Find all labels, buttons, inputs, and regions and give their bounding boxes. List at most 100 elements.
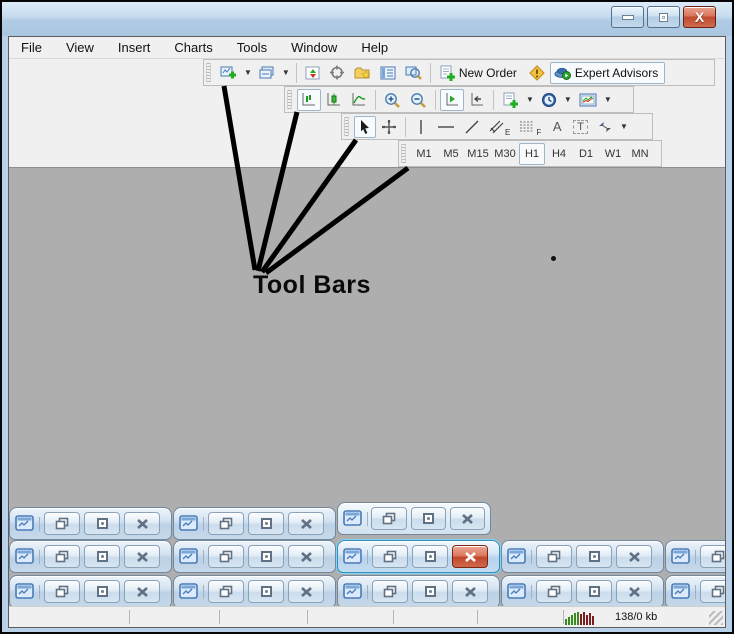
restore-button[interactable] bbox=[208, 545, 244, 568]
trendline-button[interactable] bbox=[460, 116, 484, 138]
timeframe-d1-button[interactable]: D1 bbox=[573, 143, 599, 165]
close-button[interactable] bbox=[124, 580, 160, 603]
maximize-button[interactable] bbox=[412, 545, 448, 568]
minimized-chart-window[interactable] bbox=[173, 507, 336, 540]
alert-button[interactable] bbox=[525, 62, 549, 84]
restore-button[interactable] bbox=[372, 545, 408, 568]
menu-charts[interactable]: Charts bbox=[174, 40, 212, 55]
timeframe-m30-button[interactable]: M30 bbox=[492, 143, 518, 165]
new-chart-window-button[interactable] bbox=[498, 89, 523, 111]
restore-button[interactable] bbox=[371, 507, 406, 530]
toolbar-grip[interactable] bbox=[206, 63, 211, 82]
chevron-down-icon[interactable]: ▼ bbox=[242, 68, 254, 77]
equidistant-channel-button[interactable]: E bbox=[485, 116, 514, 138]
close-button[interactable] bbox=[450, 507, 485, 530]
restore-button[interactable] bbox=[536, 580, 572, 603]
auto-scroll-button[interactable] bbox=[440, 89, 464, 111]
minimized-chart-window[interactable] bbox=[501, 540, 664, 573]
periods-button[interactable] bbox=[537, 89, 561, 111]
maximize-button[interactable] bbox=[576, 545, 612, 568]
close-button[interactable]: X bbox=[683, 6, 716, 28]
close-button[interactable] bbox=[288, 512, 324, 535]
profiles-button[interactable] bbox=[255, 62, 279, 84]
close-button[interactable] bbox=[124, 512, 160, 535]
minimized-chart-window[interactable] bbox=[337, 575, 500, 606]
crosshair-button[interactable] bbox=[377, 116, 401, 138]
new-chart-button[interactable] bbox=[216, 62, 241, 84]
close-button[interactable] bbox=[288, 580, 324, 603]
zoom-in-button[interactable] bbox=[380, 89, 405, 111]
chevron-down-icon[interactable]: ▼ bbox=[602, 95, 614, 104]
timeframe-w1-button[interactable]: W1 bbox=[600, 143, 626, 165]
close-button[interactable] bbox=[288, 545, 324, 568]
new-order-button[interactable]: New Order bbox=[435, 62, 524, 84]
timeframe-m1-button[interactable]: M1 bbox=[411, 143, 437, 165]
restore-button[interactable] bbox=[700, 580, 725, 603]
maximize-button[interactable] bbox=[248, 580, 284, 603]
vertical-line-button[interactable] bbox=[410, 116, 432, 138]
chevron-down-icon[interactable]: ▼ bbox=[280, 68, 292, 77]
minimized-chart-window[interactable] bbox=[9, 540, 172, 573]
minimized-chart-window[interactable] bbox=[501, 575, 664, 606]
expert-advisors-button[interactable]: Expert Advisors bbox=[550, 62, 665, 84]
minimized-chart-window[interactable] bbox=[665, 575, 725, 606]
timeframe-m5-button[interactable]: M5 bbox=[438, 143, 464, 165]
chevron-down-icon[interactable]: ▼ bbox=[524, 95, 536, 104]
restore-button[interactable] bbox=[700, 545, 725, 568]
close-button[interactable] bbox=[452, 580, 488, 603]
minimized-chart-window[interactable] bbox=[337, 502, 491, 535]
menu-window[interactable]: Window bbox=[291, 40, 337, 55]
toolbar-grip[interactable] bbox=[344, 117, 349, 136]
fibonacci-button[interactable]: F bbox=[515, 116, 545, 138]
strategy-tester-button[interactable] bbox=[401, 62, 426, 84]
line-chart-button[interactable] bbox=[347, 89, 371, 111]
minimized-chart-window[interactable] bbox=[173, 575, 336, 606]
close-button[interactable] bbox=[124, 545, 160, 568]
close-button[interactable] bbox=[452, 545, 488, 568]
close-button[interactable] bbox=[616, 580, 652, 603]
timeframe-h1-button[interactable]: H1 bbox=[519, 143, 545, 165]
maximize-button[interactable] bbox=[84, 512, 120, 535]
restore-button[interactable] bbox=[208, 580, 244, 603]
minimized-chart-window[interactable] bbox=[9, 507, 172, 540]
minimized-chart-window[interactable] bbox=[665, 540, 725, 573]
menu-tools[interactable]: Tools bbox=[237, 40, 267, 55]
market-watch-button[interactable] bbox=[301, 62, 324, 84]
horizontal-line-button[interactable] bbox=[433, 116, 459, 138]
maximize-button[interactable] bbox=[647, 6, 680, 28]
restore-button[interactable] bbox=[372, 580, 408, 603]
menu-file[interactable]: File bbox=[21, 40, 42, 55]
arrows-button[interactable] bbox=[593, 116, 617, 138]
chevron-down-icon[interactable]: ▼ bbox=[562, 95, 574, 104]
menu-view[interactable]: View bbox=[66, 40, 94, 55]
close-button[interactable] bbox=[616, 545, 652, 568]
timeframe-mn-button[interactable]: MN bbox=[627, 143, 653, 165]
menu-insert[interactable]: Insert bbox=[118, 40, 151, 55]
minimized-chart-window[interactable] bbox=[337, 540, 500, 573]
maximize-button[interactable] bbox=[248, 512, 284, 535]
cursor-button[interactable] bbox=[354, 116, 376, 138]
restore-button[interactable] bbox=[44, 512, 80, 535]
navigator-button[interactable] bbox=[350, 62, 375, 84]
candlestick-chart-button[interactable] bbox=[322, 89, 346, 111]
chart-shift-button[interactable] bbox=[465, 89, 489, 111]
toolbar-grip[interactable] bbox=[401, 144, 406, 163]
text-button[interactable]: A bbox=[546, 116, 568, 138]
timeframe-m15-button[interactable]: M15 bbox=[465, 143, 491, 165]
minimized-chart-window[interactable] bbox=[9, 575, 172, 606]
minimized-chart-window[interactable] bbox=[173, 540, 336, 573]
restore-button[interactable] bbox=[44, 580, 80, 603]
resize-grip[interactable] bbox=[709, 611, 723, 625]
maximize-button[interactable] bbox=[411, 507, 446, 530]
terminal-button[interactable] bbox=[376, 62, 400, 84]
minimize-button[interactable] bbox=[611, 6, 644, 28]
templates-button[interactable] bbox=[575, 89, 601, 111]
zoom-out-button[interactable] bbox=[406, 89, 431, 111]
bar-chart-button[interactable] bbox=[297, 89, 321, 111]
toolbar-grip[interactable] bbox=[287, 90, 292, 109]
text-label-button[interactable]: T bbox=[569, 116, 592, 138]
maximize-button[interactable] bbox=[84, 580, 120, 603]
chevron-down-icon[interactable]: ▼ bbox=[618, 122, 630, 131]
restore-button[interactable] bbox=[44, 545, 80, 568]
maximize-button[interactable] bbox=[248, 545, 284, 568]
